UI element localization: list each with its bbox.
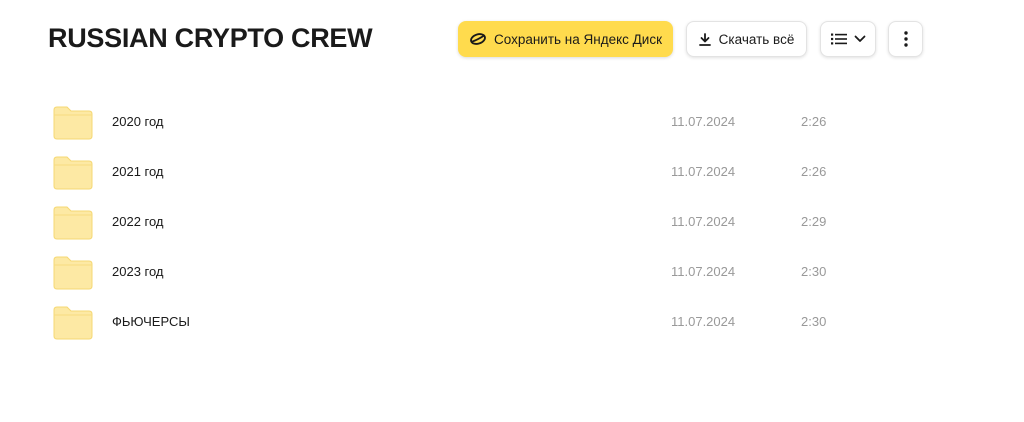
download-all-label: Скачать всё xyxy=(718,31,795,47)
save-to-disk-button[interactable]: Сохранить на Яндекс Диск xyxy=(458,21,673,57)
folder-icon xyxy=(53,106,93,140)
save-to-disk-label: Сохранить на Яндекс Диск xyxy=(493,31,663,47)
file-row[interactable]: 2023 год 11.07.2024 2:30 xyxy=(0,247,1024,297)
file-name: 2020 год xyxy=(112,114,164,129)
public-folder-page: RUSSIAN CRYPTO CREW Сохранить на Яндекс … xyxy=(0,0,1024,422)
file-list: 2020 год 11.07.2024 2:26 2021 год 11.07.… xyxy=(0,97,1024,347)
folder-icon xyxy=(53,206,93,240)
file-date: 11.07.2024 xyxy=(671,214,736,229)
chevron-down-icon xyxy=(854,35,866,43)
disk-icon xyxy=(469,32,487,46)
file-time: 2:26 xyxy=(801,164,827,179)
file-row[interactable]: ФЬЮЧЕРСЫ 11.07.2024 2:30 xyxy=(0,297,1024,347)
page-title: RUSSIAN CRYPTO CREW xyxy=(48,23,373,53)
file-time: 2:26 xyxy=(801,114,827,129)
file-time: 2:30 xyxy=(801,314,827,329)
file-date: 11.07.2024 xyxy=(671,314,736,329)
more-actions-button[interactable] xyxy=(888,21,923,57)
file-time: 2:30 xyxy=(801,264,827,279)
file-time: 2:29 xyxy=(801,214,827,229)
file-name: 2022 год xyxy=(112,214,164,229)
view-mode-button[interactable] xyxy=(820,21,876,57)
more-vertical-icon xyxy=(903,31,908,47)
folder-icon xyxy=(53,156,93,190)
file-row[interactable]: 2020 год 11.07.2024 2:26 xyxy=(0,97,1024,147)
list-view-icon xyxy=(830,32,848,46)
file-name: 2021 год xyxy=(112,164,164,179)
file-date: 11.07.2024 xyxy=(671,264,736,279)
file-date: 11.07.2024 xyxy=(671,164,736,179)
file-name: ФЬЮЧЕРСЫ xyxy=(112,314,190,329)
file-name: 2023 год xyxy=(112,264,164,279)
file-row[interactable]: 2021 год 11.07.2024 2:26 xyxy=(0,147,1024,197)
folder-icon xyxy=(53,256,93,290)
download-all-button[interactable]: Скачать всё xyxy=(686,21,807,57)
folder-icon xyxy=(53,306,93,340)
file-date: 11.07.2024 xyxy=(671,114,736,129)
file-row[interactable]: 2022 год 11.07.2024 2:29 xyxy=(0,197,1024,247)
download-icon xyxy=(698,32,711,46)
